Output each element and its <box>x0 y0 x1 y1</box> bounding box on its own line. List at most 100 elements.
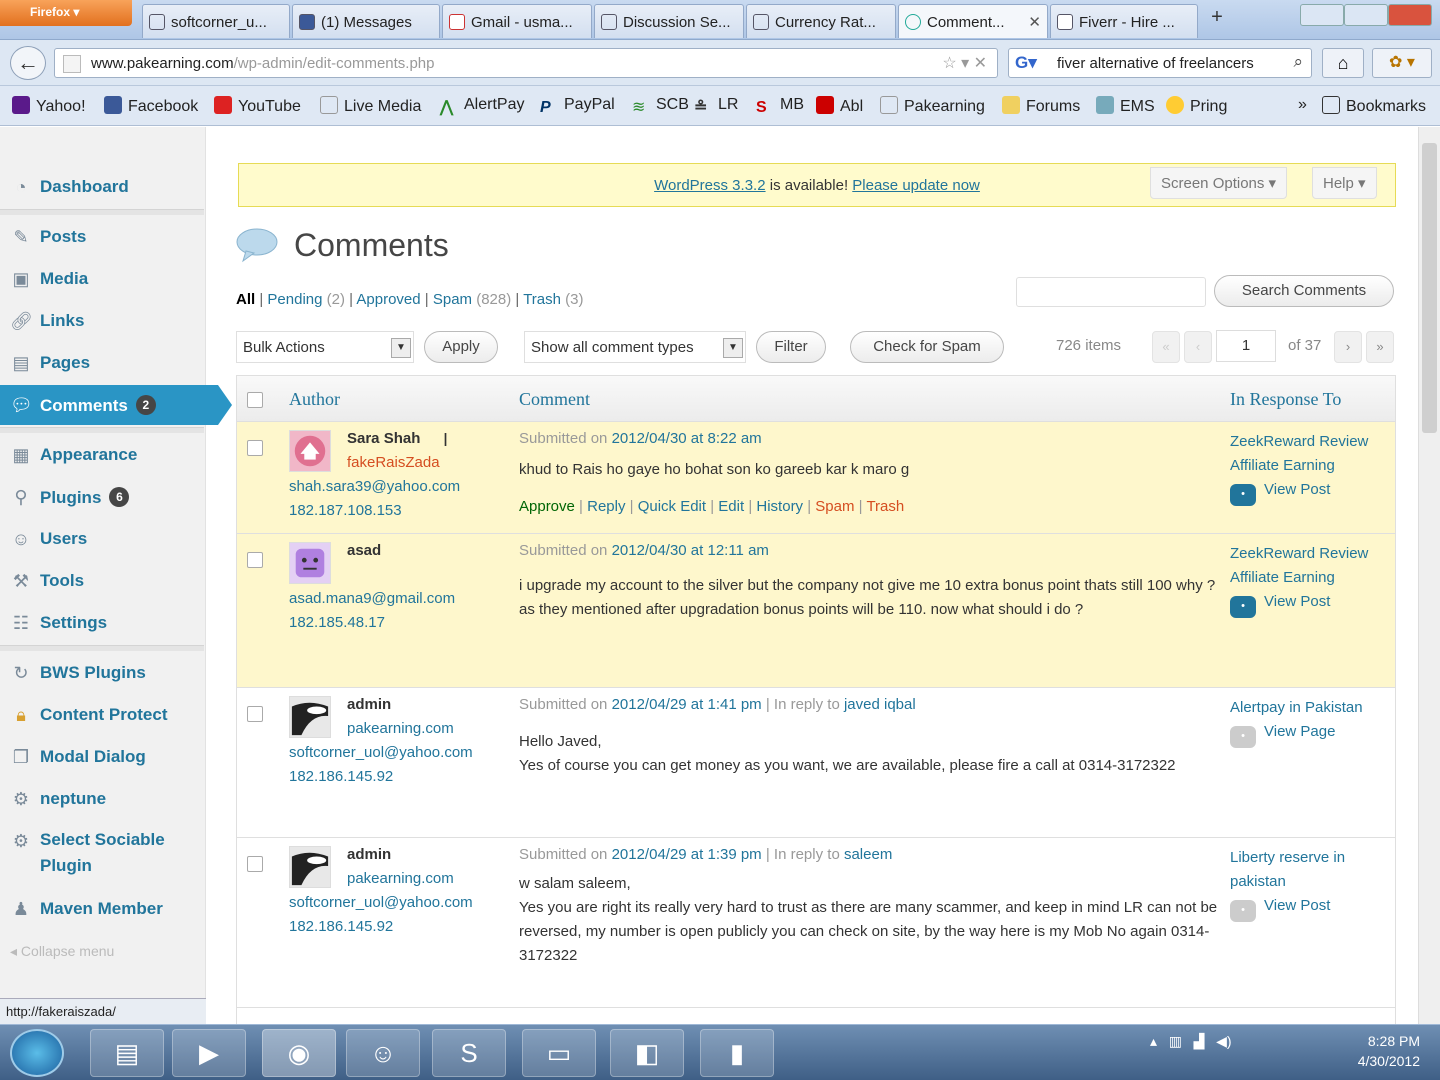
new-tab-button[interactable]: + <box>1202 6 1232 36</box>
filter-spam[interactable]: Spam (828) <box>433 291 511 308</box>
tray-expand-icon[interactable]: ▴ <box>1150 1033 1157 1049</box>
bookmark-star-icon[interactable]: ☆ ▾ ✕ <box>942 53 987 73</box>
bookmark-yahoo[interactable]: Yahoo! <box>12 96 86 116</box>
comment-author-url[interactable]: pakearning.com <box>347 870 454 887</box>
sidebar-item-media[interactable]: ▣ Media <box>0 259 204 299</box>
sidebar-item-neptune[interactable]: ⚙ neptune <box>0 779 204 819</box>
explorer-icon[interactable]: ▤ <box>90 1029 164 1077</box>
comment-date-link[interactable]: 2012/04/29 at 1:41 pm <box>612 696 762 713</box>
search-bar[interactable]: G▾ fiver alternative of freelancers ⌕ <box>1008 48 1312 78</box>
search-comments-input[interactable] <box>1016 277 1206 307</box>
reply-link[interactable]: Reply <box>587 498 625 515</box>
camera-app-icon[interactable]: ▮ <box>700 1029 774 1077</box>
bookmark-forums[interactable]: Forums <box>1002 96 1080 116</box>
approve-link[interactable]: Approve <box>519 498 575 515</box>
sidebar-item-settings[interactable]: ☷ Settings <box>0 603 204 643</box>
screen-options-button[interactable]: Screen Options ▾ <box>1150 167 1288 199</box>
start-button[interactable] <box>10 1029 64 1077</box>
minimize-button[interactable] <box>1300 4 1344 26</box>
response-post-link[interactable]: Liberty reserve in pakistan <box>1230 846 1390 894</box>
sidebar-item-tools[interactable]: ⚒ Tools <box>0 561 204 601</box>
view-post-link[interactable]: View Post <box>1264 593 1330 610</box>
bookmark-live-media[interactable]: Live Media <box>320 96 421 116</box>
response-post-link[interactable]: ZeekReward Review Affiliate Earning <box>1230 430 1390 478</box>
apply-button[interactable]: Apply <box>424 331 498 363</box>
firefox-menu-button[interactable]: Firefox ▾ <box>0 0 132 26</box>
first-page-button[interactable]: « <box>1152 331 1180 363</box>
comment-date-link[interactable]: 2012/04/30 at 12:11 am <box>612 542 769 559</box>
app-icon[interactable]: ▭ <box>522 1029 596 1077</box>
view-post-link[interactable]: View Post <box>1264 897 1330 914</box>
bookmark-facebook[interactable]: Facebook <box>104 96 198 116</box>
bookmark-scb[interactable]: ≋ SCB <box>632 96 689 116</box>
prev-page-button[interactable]: ‹ <box>1184 331 1212 363</box>
media-player-icon[interactable]: ▶ <box>172 1029 246 1077</box>
row-checkbox[interactable] <box>247 440 263 456</box>
network-icon[interactable]: ▥ <box>1169 1033 1182 1049</box>
current-page-input[interactable]: 1 <box>1216 330 1276 362</box>
last-page-button[interactable]: » <box>1366 331 1394 363</box>
sidebar-item-pages[interactable]: ▤ Pages <box>0 343 204 383</box>
tab-fiverr[interactable]: Fiverr - Hire ... <box>1050 4 1198 38</box>
comment-author-url[interactable]: fakeRaisZada <box>347 454 440 471</box>
help-button[interactable]: Help ▾ <box>1312 167 1377 199</box>
bookmarks-overflow-icon[interactable]: » <box>1298 96 1307 114</box>
filter-all[interactable]: All <box>236 291 255 308</box>
bookmark-abl[interactable]: Abl <box>816 96 863 116</box>
firefox-icon[interactable]: ◉ <box>262 1029 336 1077</box>
comment-author-email[interactable]: softcorner_uol@yahoo.com <box>289 744 473 761</box>
filter-trash[interactable]: Trash (3) <box>523 291 583 308</box>
sidebar-item-dashboard[interactable]: ◔ Dashboard <box>0 167 204 207</box>
bookmark-lr[interactable]: ≗ LR <box>694 96 738 116</box>
maximize-button[interactable] <box>1344 4 1388 26</box>
column-author[interactable]: Author <box>289 389 340 410</box>
tab-currency-rates[interactable]: Currency Rat... <box>746 4 896 38</box>
row-checkbox[interactable] <box>247 856 263 872</box>
comment-date-link[interactable]: 2012/04/29 at 1:39 pm <box>612 846 762 863</box>
sidebar-item-select-sociable[interactable]: ⚙ Select Sociable Plugin <box>0 821 204 881</box>
bookmark-paypal[interactable]: P PayPal <box>540 96 615 117</box>
response-post-link[interactable]: ZeekReward Review Affiliate Earning <box>1230 542 1390 590</box>
sidebar-item-links[interactable]: 🔗︎ Links <box>0 301 204 341</box>
sidebar-item-users[interactable]: ☺ Users <box>0 519 204 559</box>
check-spam-button[interactable]: Check for Spam <box>850 331 1004 363</box>
sidebar-item-posts[interactable]: ✎ Posts <box>0 217 204 257</box>
comment-author-ip[interactable]: 182.186.145.92 <box>289 918 393 935</box>
view-post-link[interactable]: View Post <box>1264 481 1330 498</box>
comment-author-ip[interactable]: 182.185.48.17 <box>289 614 385 631</box>
filter-pending[interactable]: Pending (2) <box>267 291 345 308</box>
comment-author-email[interactable]: softcorner_uol@yahoo.com <box>289 894 473 911</box>
spam-link[interactable]: Spam <box>815 498 854 515</box>
addon-icon[interactable]: ✿ ▾ <box>1372 48 1432 78</box>
column-in-response-to[interactable]: In Response To <box>1230 389 1341 410</box>
tab-gmail[interactable]: Gmail - usma... <box>442 4 592 38</box>
volume-icon[interactable]: ◀) <box>1216 1033 1231 1049</box>
comment-count-bubble-icon[interactable]: • <box>1230 484 1256 506</box>
sidebar-item-comments[interactable]: 💬︎ Comments 2 <box>0 385 232 425</box>
response-post-link[interactable]: Alertpay in Pakistan <box>1230 696 1390 720</box>
sidebar-item-appearance[interactable]: ▦ Appearance <box>0 435 204 475</box>
close-window-button[interactable] <box>1388 4 1432 26</box>
sidebar-item-content-protect[interactable]: 🔒︎ Content Protect <box>0 695 204 735</box>
comment-count-bubble-icon[interactable]: • <box>1230 596 1256 618</box>
search-input[interactable]: fiver alternative of freelancers <box>1057 55 1254 72</box>
comment-author-ip[interactable]: 182.187.108.153 <box>289 502 402 519</box>
search-icon[interactable]: ⌕ <box>1293 52 1303 72</box>
filter-button[interactable]: Filter <box>756 331 826 363</box>
bookmark-youtube[interactable]: YouTube <box>214 96 301 116</box>
comment-type-select[interactable]: Show all comment types ▼ <box>524 331 746 363</box>
tab-comments-active[interactable]: Comment... ✕ <box>898 4 1048 38</box>
tab-facebook-messages[interactable]: (1) Messages <box>292 4 440 38</box>
sidebar-item-modal-dialog[interactable]: ❐ Modal Dialog <box>0 737 204 777</box>
quick-edit-link[interactable]: Quick Edit <box>638 498 706 515</box>
window-app-icon[interactable]: ◧ <box>610 1029 684 1077</box>
in-reply-to-link[interactable]: javed iqbal <box>844 696 916 713</box>
sidebar-item-plugins[interactable]: ⚲ Plugins 6 <box>0 477 204 517</box>
page-scrollbar[interactable] <box>1418 127 1440 1024</box>
site-identity-icon[interactable] <box>63 55 81 73</box>
select-all-checkbox[interactable] <box>247 392 263 408</box>
view-page-link[interactable]: View Page <box>1264 723 1335 740</box>
edit-link[interactable]: Edit <box>718 498 744 515</box>
back-button[interactable]: ← <box>10 46 46 80</box>
bookmark-mb[interactable]: S MB <box>756 96 804 117</box>
